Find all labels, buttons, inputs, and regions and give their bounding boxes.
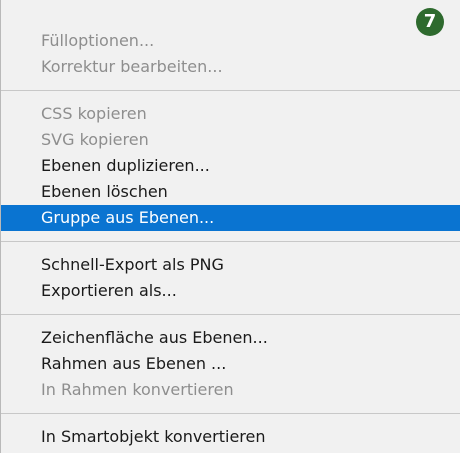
menu-item-zeichenflaeche-aus-ebenen[interactable]: Zeichenfläche aus Ebenen... <box>1 325 460 351</box>
menu-item-korrektur-bearbeiten: Korrektur bearbeiten... <box>41 57 223 76</box>
menu-separator <box>1 314 460 315</box>
menu-separator <box>1 90 460 91</box>
menu-item-rahmen-aus-ebenen[interactable]: Rahmen aus Ebenen ... <box>1 351 460 377</box>
menu-item-fuelloptionen: Fülloptionen... <box>41 31 155 50</box>
step-number-badge: 7 <box>416 8 444 36</box>
menu-item-ebenen-loeschen[interactable]: Ebenen löschen <box>1 179 460 205</box>
menu-item-ebenen-duplizieren[interactable]: Ebenen duplizieren... <box>1 153 460 179</box>
menu-item-css-kopieren: CSS kopieren <box>41 104 147 123</box>
menu-separator <box>1 413 460 414</box>
menu-item-in-smartobjekt-konvertieren[interactable]: In Smartobjekt konvertieren <box>1 424 460 450</box>
menu-separator <box>1 241 460 242</box>
menu-item-svg-kopieren: SVG kopieren <box>41 130 149 149</box>
context-menu: Fülloptionen... Korrektur bearbeiten... … <box>0 0 460 453</box>
menu-item-exportieren-als[interactable]: Exportieren als... <box>1 278 460 304</box>
menu-item-in-rahmen-konvertieren: In Rahmen konvertieren <box>41 380 234 399</box>
menu-item-schnell-export-png[interactable]: Schnell-Export als PNG <box>1 252 460 278</box>
menu-item-gruppe-aus-ebenen[interactable]: Gruppe aus Ebenen... <box>1 205 460 231</box>
